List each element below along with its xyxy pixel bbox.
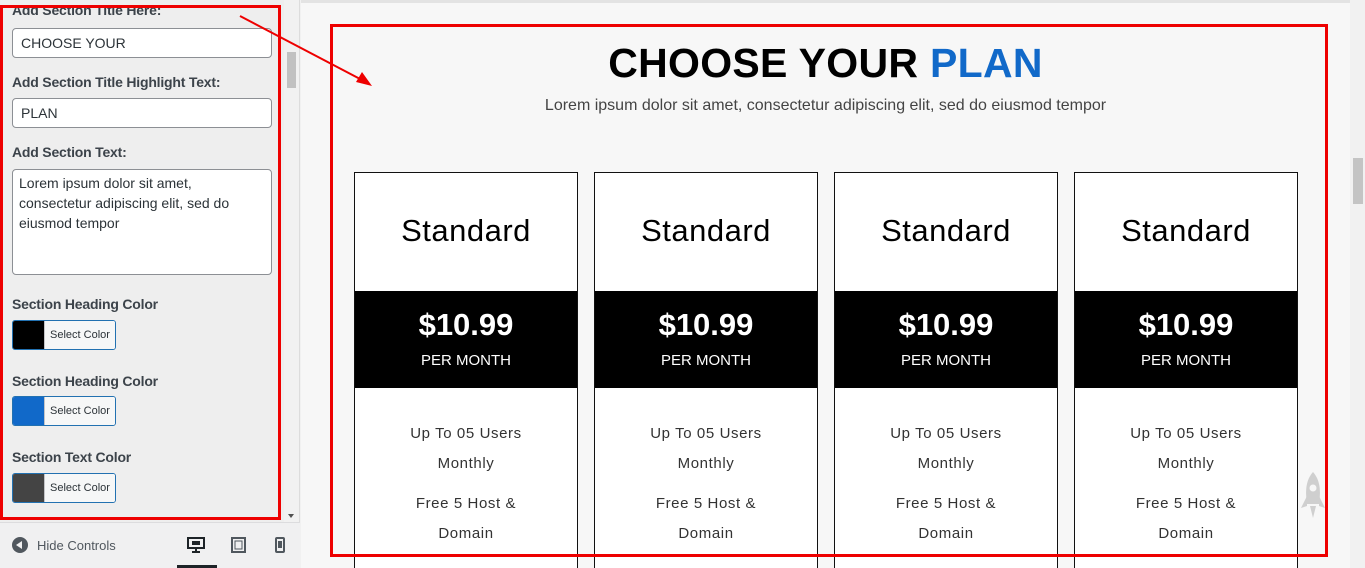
plan-feature: Monthly	[677, 455, 735, 472]
pricing-card: Standard $10.99 PER MONTH Up To 05 Users…	[1074, 172, 1298, 568]
color-swatch	[13, 474, 44, 502]
plan-feature: Free 5 Host &	[895, 495, 997, 512]
section-title-highlight: PLAN	[930, 40, 1043, 86]
plan-feature: Domain	[438, 525, 494, 542]
color-swatch	[13, 397, 44, 425]
site-preview: CHOOSE YOUR PLAN Lorem ipsum dolor sit a…	[301, 0, 1350, 568]
text-color-picker[interactable]: Select Color	[12, 473, 116, 503]
price-band: $10.99 PER MONTH	[835, 291, 1057, 388]
pricing-card: Standard $10.99 PER MONTH Up To 05 Users…	[594, 172, 818, 568]
section-title-label: Add Section Title Here:	[12, 2, 162, 18]
plan-feature: Free 5 Host &	[655, 495, 757, 512]
pricing-card: Standard $10.99 PER MONTH Up To 05 Users…	[834, 172, 1058, 568]
controls-list: Add Section Title Here: Add Section Titl…	[0, 0, 300, 522]
section-title-text: CHOOSE YOUR	[608, 40, 919, 86]
select-color-button[interactable]: Select Color	[44, 474, 115, 502]
collapse-arrow-icon	[12, 537, 28, 553]
hide-controls-button[interactable]: Hide Controls	[12, 537, 116, 553]
plan-feature: Up To 05 Users	[650, 425, 762, 442]
plan-period: PER MONTH	[421, 352, 511, 369]
preview-top-border	[301, 0, 1350, 3]
plan-feature: Monthly	[917, 455, 975, 472]
tablet-preview-button[interactable]	[228, 535, 250, 555]
price-band: $10.99 PER MONTH	[355, 291, 577, 388]
plan-period: PER MONTH	[901, 352, 991, 369]
desktop-preview-button[interactable]	[177, 535, 217, 568]
plan-name: Standard	[401, 213, 531, 248]
text-color-label: Section Text Color	[12, 449, 132, 465]
heading-color-picker[interactable]: Select Color	[12, 320, 116, 350]
panel-scrollbar[interactable]	[284, 0, 299, 522]
section-subtitle: Lorem ipsum dolor sit amet, consectetur …	[544, 97, 1107, 114]
plan-period: PER MONTH	[661, 352, 751, 369]
title-highlight-label: Add Section Title Highlight Text:	[12, 74, 221, 90]
title-highlight-input[interactable]	[12, 98, 272, 128]
price-band: $10.99 PER MONTH	[1075, 291, 1297, 388]
plan-feature: Domain	[678, 525, 734, 542]
plan-price: $10.99	[1138, 307, 1234, 342]
price-band: $10.99 PER MONTH	[595, 291, 817, 388]
scroll-to-top-rocket-icon[interactable]	[1300, 470, 1326, 520]
plan-price: $10.99	[418, 307, 514, 342]
tablet-icon	[231, 537, 246, 553]
mobile-icon	[275, 537, 285, 553]
plan-name: Standard	[1121, 213, 1251, 248]
plan-feature: Free 5 Host &	[1135, 495, 1237, 512]
plan-feature: Domain	[918, 525, 974, 542]
highlight-color-picker[interactable]: Select Color	[12, 396, 116, 426]
plan-feature: Monthly	[437, 455, 495, 472]
section-text-textarea[interactable]: Lorem ipsum dolor sit amet, consectetur …	[12, 169, 272, 275]
section-title-input[interactable]	[12, 28, 272, 58]
plan-name: Standard	[881, 213, 1011, 248]
color-swatch	[13, 321, 44, 349]
select-color-button[interactable]: Select Color	[44, 321, 115, 349]
mobile-preview-button[interactable]	[269, 535, 291, 555]
scrollbar-thumb[interactable]	[287, 52, 296, 88]
select-color-button[interactable]: Select Color	[44, 397, 115, 425]
plan-feature: Free 5 Host &	[415, 495, 517, 512]
scrollbar-thumb[interactable]	[1353, 158, 1363, 204]
scroll-down-arrow-icon[interactable]	[288, 514, 294, 518]
customizer-footer: Hide Controls	[0, 522, 300, 568]
hide-controls-label: Hide Controls	[37, 537, 116, 553]
plan-name: Standard	[641, 213, 771, 248]
customizer-screen: Add Section Title Here: Add Section Titl…	[0, 0, 1365, 568]
plan-feature: Up To 05 Users	[410, 425, 522, 442]
preview-scrollbar[interactable]	[1350, 0, 1365, 568]
plan-price: $10.99	[898, 307, 994, 342]
section-text-label: Add Section Text:	[12, 144, 127, 160]
section-title: CHOOSE YOUR PLAN	[301, 40, 1350, 87]
pricing-card: Standard $10.99 PER MONTH Up To 05 Users…	[354, 172, 578, 568]
heading-color-label: Section Heading Color	[12, 296, 158, 312]
plan-price: $10.99	[658, 307, 754, 342]
plan-period: PER MONTH	[1141, 352, 1231, 369]
heading-highlight-color-label: Section Heading Color	[12, 373, 158, 389]
customizer-panel: Add Section Title Here: Add Section Titl…	[0, 0, 300, 568]
plan-feature: Monthly	[1157, 455, 1215, 472]
plan-feature: Up To 05 Users	[890, 425, 1002, 442]
plan-feature: Domain	[1158, 525, 1214, 542]
desktop-icon	[187, 537, 205, 553]
plan-feature: Up To 05 Users	[1130, 425, 1242, 442]
